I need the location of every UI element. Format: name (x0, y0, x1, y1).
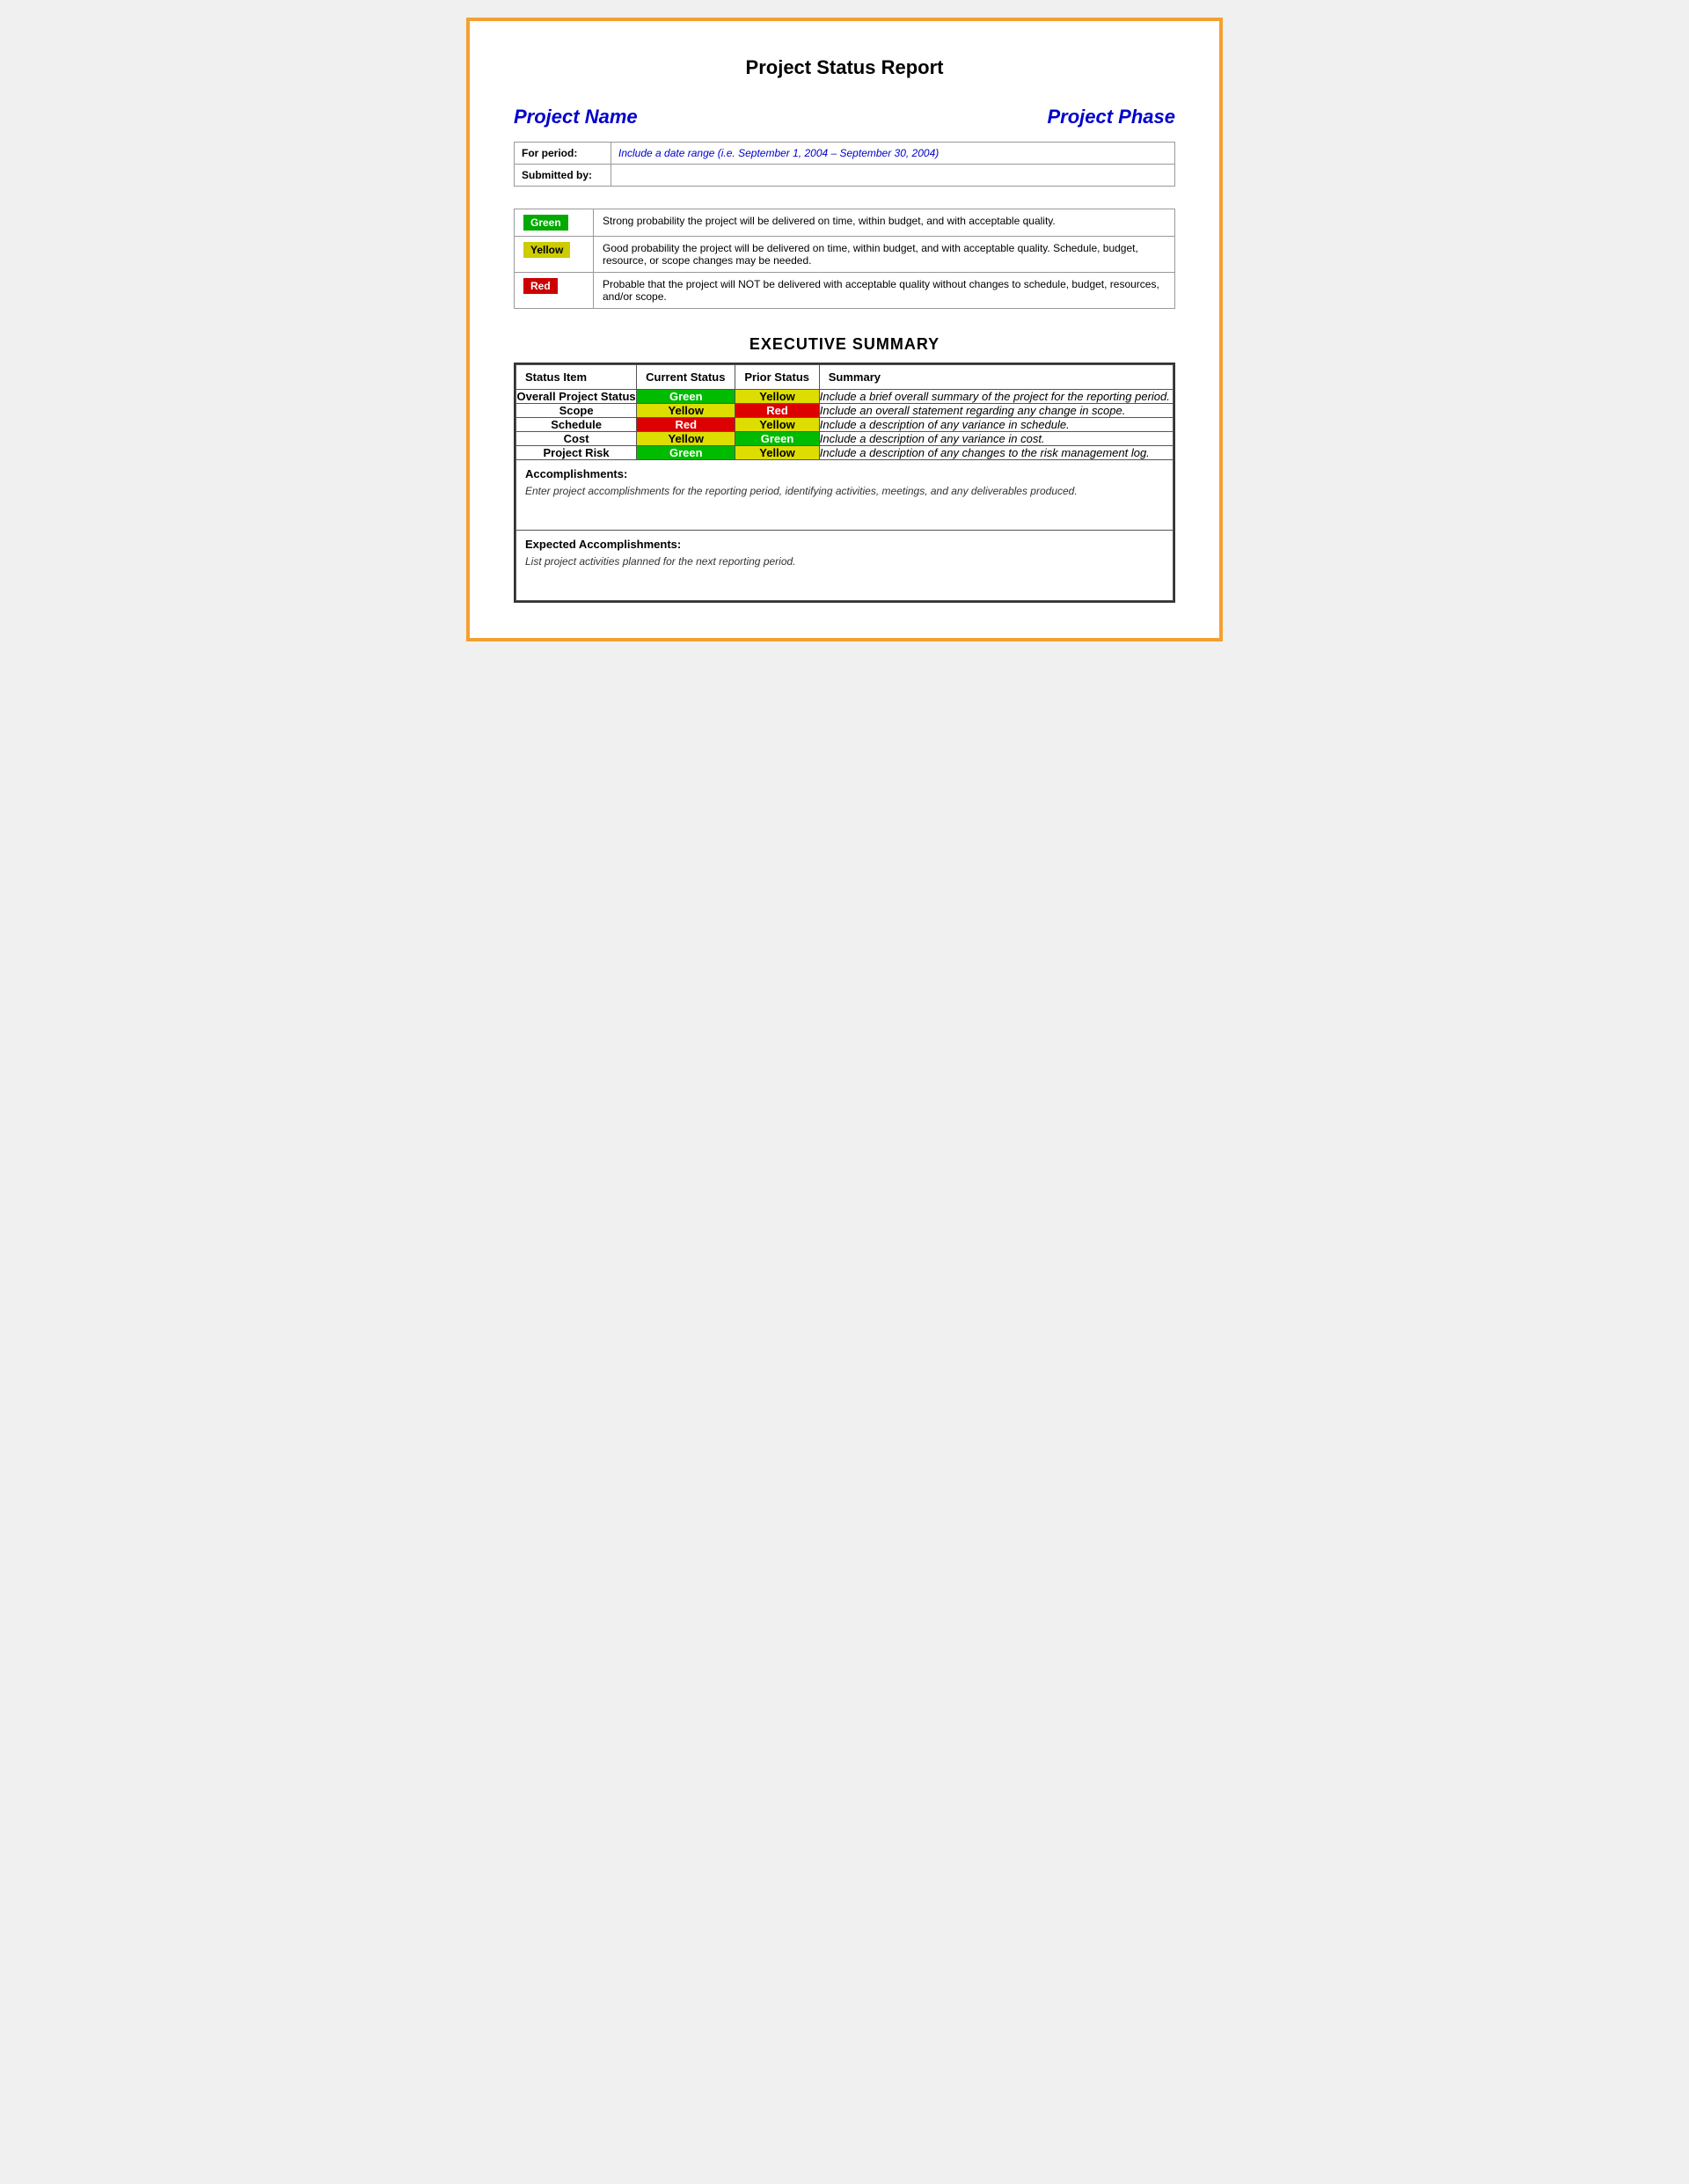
table-row: ScheduleRedYellowInclude a description o… (516, 418, 1174, 432)
legend-green-badge-cell: Green (515, 209, 594, 237)
legend-yellow-badge-cell: Yellow (515, 237, 594, 273)
legend-yellow-desc: Good probability the project will be del… (594, 237, 1175, 273)
status-item-cell: Scope (516, 404, 637, 418)
project-header: Project Name Project Phase (514, 106, 1175, 128)
accomplishments-text: Enter project accomplishments for the re… (525, 485, 1164, 497)
project-name-label: Project Name (514, 106, 638, 128)
page-title: Project Status Report (514, 56, 1175, 79)
current-status-cell: Green (637, 390, 735, 404)
table-row: ScopeYellowRedInclude an overall stateme… (516, 404, 1174, 418)
status-item-cell: Cost (516, 432, 637, 446)
prior-status-cell: Yellow (735, 390, 819, 404)
for-period-row: For period: Include a date range (i.e. S… (515, 143, 1175, 165)
status-item-cell: Overall Project Status (516, 390, 637, 404)
prior-status-cell: Green (735, 432, 819, 446)
expected-accomplishments-text: List project activities planned for the … (525, 555, 1164, 568)
submitted-by-value (611, 165, 1175, 187)
col-header-summary: Summary (819, 365, 1173, 390)
table-row: Project RiskGreenYellowInclude a descrip… (516, 446, 1174, 460)
legend-green-row: Green Strong probability the project wil… (515, 209, 1175, 237)
executive-summary-table: Status Item Current Status Prior Status … (515, 364, 1174, 460)
page-container: Project Status Report Project Name Proje… (466, 18, 1223, 641)
status-item-cell: Project Risk (516, 446, 637, 460)
summary-cell: Include an overall statement regarding a… (819, 404, 1173, 418)
legend-red-badge-cell: Red (515, 273, 594, 309)
col-header-current-status: Current Status (637, 365, 735, 390)
legend-yellow-row: Yellow Good probability the project will… (515, 237, 1175, 273)
project-phase-label: Project Phase (1047, 106, 1175, 128)
legend-red-desc: Probable that the project will NOT be de… (594, 273, 1175, 309)
accomplishments-title: Accomplishments: (525, 467, 1164, 480)
status-item-cell: Schedule (516, 418, 637, 432)
summary-cell: Include a description of any changes to … (819, 446, 1173, 460)
executive-summary-title: EXECUTIVE SUMMARY (514, 335, 1175, 354)
col-header-status-item: Status Item (516, 365, 637, 390)
expected-accomplishments-title: Expected Accomplishments: (525, 538, 1164, 551)
info-table: For period: Include a date range (i.e. S… (514, 142, 1175, 187)
executive-summary-wrapper: Status Item Current Status Prior Status … (514, 363, 1175, 603)
table-row: CostYellowGreenInclude a description of … (516, 432, 1174, 446)
prior-status-cell: Red (735, 404, 819, 418)
summary-cell: Include a brief overall summary of the p… (819, 390, 1173, 404)
summary-cell: Include a description of any variance in… (819, 418, 1173, 432)
table-header-row: Status Item Current Status Prior Status … (516, 365, 1174, 390)
table-row: Overall Project StatusGreenYellowInclude… (516, 390, 1174, 404)
accomplishments-section: Accomplishments: Enter project accomplis… (515, 460, 1174, 531)
col-header-prior-status: Prior Status (735, 365, 819, 390)
expected-accomplishments-section: Expected Accomplishments: List project a… (515, 531, 1174, 601)
current-status-cell: Yellow (637, 432, 735, 446)
legend-table: Green Strong probability the project wil… (514, 209, 1175, 309)
submitted-by-label: Submitted by: (515, 165, 611, 187)
yellow-badge: Yellow (523, 242, 570, 258)
submitted-by-row: Submitted by: (515, 165, 1175, 187)
red-badge: Red (523, 278, 558, 294)
legend-green-desc: Strong probability the project will be d… (594, 209, 1175, 237)
current-status-cell: Yellow (637, 404, 735, 418)
prior-status-cell: Yellow (735, 418, 819, 432)
for-period-value: Include a date range (i.e. September 1, … (611, 143, 1175, 165)
current-status-cell: Green (637, 446, 735, 460)
for-period-label: For period: (515, 143, 611, 165)
summary-cell: Include a description of any variance in… (819, 432, 1173, 446)
prior-status-cell: Yellow (735, 446, 819, 460)
current-status-cell: Red (637, 418, 735, 432)
legend-red-row: Red Probable that the project will NOT b… (515, 273, 1175, 309)
green-badge: Green (523, 215, 568, 231)
